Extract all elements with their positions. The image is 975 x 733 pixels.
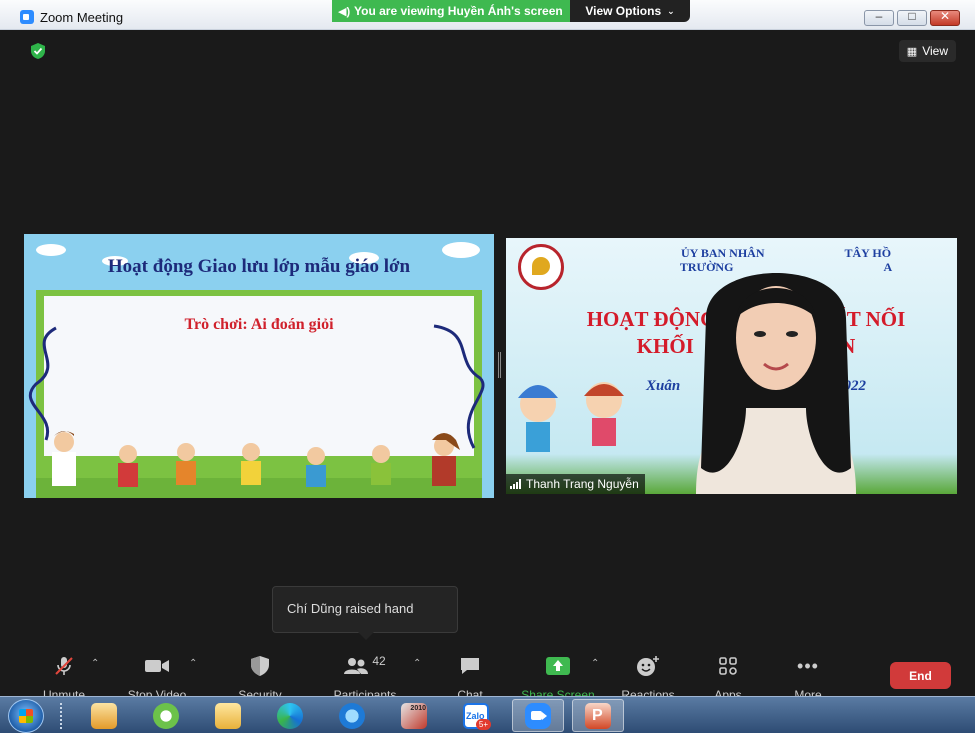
view-button[interactable]: ▦ View (898, 40, 956, 62)
window-title: Zoom Meeting (40, 10, 124, 25)
taskbar-media-player[interactable] (78, 699, 130, 732)
unmute-button[interactable]: Unmute (38, 654, 90, 702)
zoom-taskbar-icon (525, 702, 551, 729)
reactions-button[interactable]: Reactions (618, 654, 678, 702)
minimize-button[interactable]: – (864, 9, 894, 26)
slide-title: Hoạt động Giao lưu lớp mẫu giáo lớn (107, 256, 411, 277)
ribbon-decoration (28, 326, 57, 441)
zalo-icon: Zalo 5+ (463, 702, 491, 730)
chevron-down-icon: ⌄ (667, 5, 675, 16)
participants-icon (344, 658, 369, 674)
shared-screen-tile[interactable]: Hoạt động Giao lưu lớp mẫu giáo lớn Trò … (24, 234, 494, 498)
children-illustration (36, 431, 482, 498)
game-title: Trò chơi: Ai đoán giỏi (184, 316, 334, 333)
video-camera-lens-icon (542, 711, 547, 720)
smiley-reaction-icon (637, 656, 659, 676)
muted-microphone-icon (55, 657, 73, 675)
minimize-icon: – (875, 9, 883, 23)
ribbon-decoration (433, 324, 485, 449)
share-options-caret-icon[interactable]: ⌃ (591, 658, 599, 669)
zalo-notification-badge: 5+ (475, 718, 491, 730)
signal-strength-icon (510, 479, 521, 489)
view-options-label: View Options (585, 4, 662, 18)
cloud-decoration (36, 244, 66, 256)
apps-grid-icon (719, 657, 737, 675)
end-meeting-button[interactable]: End (890, 662, 951, 689)
participant-name: Thanh Trang Nguyễn (526, 477, 639, 491)
maximize-button[interactable]: □ (897, 9, 927, 26)
slide-board: Trò chơi: Ai đoán giỏi (36, 290, 482, 498)
more-button[interactable]: ••• More (786, 654, 830, 703)
media-player-icon (91, 702, 117, 729)
share-banner-text: You are viewing Huyền Ánh's screen (354, 4, 563, 18)
splitter-handle[interactable] (498, 352, 501, 378)
meeting-toolbar: Unmute ⌃ Stop Video ⌃ Security 42 Partic… (18, 650, 958, 703)
share-screen-button[interactable]: Share Screen (518, 654, 598, 702)
taskbar-zalo[interactable]: Zalo 5+ (450, 699, 502, 732)
view-options-button[interactable]: View Options ⌄ (570, 0, 690, 22)
close-icon: ✕ (939, 9, 951, 23)
video-camera-icon (531, 710, 542, 720)
maximize-icon: □ (908, 9, 916, 23)
share-screen-arrow-icon (546, 657, 570, 675)
taskbar-powerpoint[interactable]: P (572, 699, 624, 732)
taskbar-grip (60, 703, 64, 729)
participants-count: 42 (372, 654, 386, 668)
cartoon-kids-illustration (518, 382, 624, 452)
more-dots-icon: ••• (797, 655, 819, 676)
coccoc-browser-icon (153, 702, 179, 729)
zoom-app-icon (20, 10, 34, 24)
participants-options-caret-icon[interactable]: ⌃ (413, 658, 421, 669)
school-logo (518, 244, 564, 290)
view-button-label: View (922, 44, 948, 58)
taskbar-coccoc-browser[interactable] (140, 699, 192, 732)
close-button[interactable]: ✕ (930, 9, 960, 26)
raised-hand-notification[interactable]: Chí Dũng raised hand (272, 586, 458, 640)
security-button[interactable]: Security (232, 654, 288, 702)
participant-name-tag: Thanh Trang Nguyễn (506, 474, 645, 494)
stop-video-button[interactable]: Stop Video (122, 654, 192, 702)
chat-bubble-icon (461, 658, 479, 674)
screen-share-banner: ◀) You are viewing Huyền Ánh's screen (332, 0, 570, 22)
taskbar-edge[interactable] (264, 699, 316, 732)
autocad-icon: 2010 (401, 702, 427, 729)
video-options-caret-icon[interactable]: ⌃ (189, 658, 197, 669)
audio-options-caret-icon[interactable]: ⌃ (91, 658, 99, 669)
windows-start-button[interactable] (8, 699, 44, 733)
internet-explorer-icon (339, 702, 365, 729)
taskbar-zoom[interactable] (512, 699, 564, 732)
title-bar: Zoom Meeting ◀) You are viewing Huyền Án… (0, 0, 975, 30)
chat-button[interactable]: Chat (446, 654, 494, 702)
folder-icon (215, 702, 241, 729)
zoom-window: Zoom Meeting ◀) You are viewing Huyền Án… (0, 0, 975, 703)
windows-taskbar: 2010 Zalo 5+ P (0, 696, 975, 733)
autocad-version: 2010 (410, 704, 426, 712)
edge-browser-icon (277, 702, 303, 729)
participants-button[interactable]: 42 Participants (330, 654, 400, 702)
taskbar-autocad[interactable]: 2010 (388, 699, 440, 732)
powerpoint-p-icon: P (592, 706, 603, 724)
participant-video-tile[interactable]: ỦY BAN NHÂN TÂY HỒ TRƯỜNG A HOẠT ĐỘNG KẾT N… (506, 238, 957, 494)
speaker-icon: ◀) (338, 6, 351, 18)
shield-icon[interactable] (30, 42, 46, 60)
grid-icon: ▦ (906, 45, 918, 58)
video-camera-icon (145, 660, 169, 672)
apps-button[interactable]: Apps (706, 654, 750, 702)
meeting-area: ▦ View Hoạt động Giao lưu lớp mẫu giáo l… (18, 30, 958, 650)
taskbar-file-explorer[interactable] (202, 699, 254, 732)
security-shield-icon (251, 656, 269, 676)
participant-person-video (696, 273, 856, 494)
taskbar-internet-explorer[interactable] (326, 699, 378, 732)
powerpoint-icon: P (585, 702, 611, 729)
